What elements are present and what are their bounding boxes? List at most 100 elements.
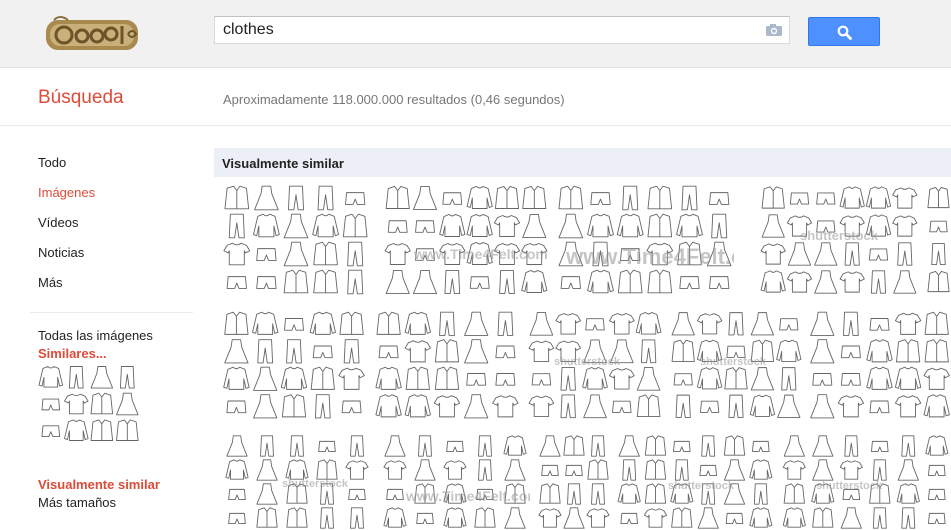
clothing-drawing xyxy=(866,366,893,390)
clothing-drawing xyxy=(444,269,461,295)
clothing-drawing xyxy=(728,394,744,418)
google-doodle-logo[interactable] xyxy=(44,14,140,54)
clothing-drawing xyxy=(560,394,576,419)
result-image[interactable]: shutterstock xyxy=(780,434,951,530)
clothing-drawing xyxy=(286,483,308,504)
clothing-drawing xyxy=(814,270,838,294)
all-images-link[interactable]: Todas las imágenes xyxy=(38,328,153,343)
result-image[interactable] xyxy=(538,434,610,530)
clothing-drawing xyxy=(466,185,493,209)
clothing-drawing xyxy=(68,366,84,389)
clothing-drawing xyxy=(558,213,584,239)
clothing-drawing xyxy=(840,507,862,529)
clothing-drawing xyxy=(226,400,247,414)
clothing-drawing xyxy=(119,366,135,389)
clothing-drawing xyxy=(777,394,801,418)
clothing-drawing xyxy=(116,419,139,441)
result-image[interactable]: www.Time4Felt.com xyxy=(384,184,548,296)
clothing-drawing xyxy=(681,185,698,211)
clothing-drawing xyxy=(750,339,775,362)
clothing-drawing xyxy=(350,435,364,457)
clothing-drawing xyxy=(439,213,466,237)
camera-icon[interactable] xyxy=(765,23,783,37)
result-image[interactable]: shutterstock xyxy=(670,310,802,420)
clothing-drawing xyxy=(750,312,775,336)
result-image[interactable]: www.Time4Felt.com xyxy=(380,434,530,530)
nav-item-todo[interactable]: Todo xyxy=(38,155,66,170)
clothing-drawing xyxy=(647,269,673,294)
result-image[interactable]: shutterstock xyxy=(760,184,918,296)
clothing-drawing xyxy=(439,311,455,336)
clothing-drawing xyxy=(318,440,336,452)
clothing-drawing xyxy=(699,464,717,476)
result-image[interactable]: shutterstock xyxy=(616,434,774,530)
clothing-drawing xyxy=(503,435,527,456)
clothing-drawing xyxy=(228,213,245,239)
result-image[interactable] xyxy=(222,310,366,420)
result-image[interactable]: www.Time4Felt.com xyxy=(556,184,734,296)
clothing-drawing xyxy=(640,339,657,364)
clothing-drawing xyxy=(522,213,547,239)
clothing-drawing xyxy=(644,459,667,480)
clothing-drawing xyxy=(254,185,279,211)
clothing-drawing xyxy=(339,311,364,335)
clothing-drawing xyxy=(866,339,893,363)
clothing-drawing xyxy=(711,213,728,239)
clothing-drawing xyxy=(286,339,302,364)
result-image[interactable] xyxy=(926,184,951,296)
result-image[interactable]: shutterstock xyxy=(222,434,372,530)
clothing-drawing xyxy=(260,435,274,457)
clothing-drawing xyxy=(635,312,662,335)
nav-item-imagenes[interactable]: Imágenes xyxy=(38,185,95,200)
more-sizes-link[interactable]: Más tamaños xyxy=(38,495,116,510)
result-image[interactable]: shutterstock xyxy=(528,310,662,420)
clothing-drawing xyxy=(345,192,366,205)
clothing-drawing xyxy=(342,213,368,238)
clothing-drawing xyxy=(591,435,605,457)
clothing-drawing xyxy=(706,241,732,267)
clothing-drawing xyxy=(442,192,463,205)
clothing-drawing xyxy=(901,435,916,457)
visually-similar-link[interactable]: Visualmente similar xyxy=(38,477,160,492)
search-button[interactable] xyxy=(808,17,880,46)
clothing-drawing xyxy=(761,186,785,209)
clothing-drawing xyxy=(228,512,246,524)
query-image-thumbnail[interactable] xyxy=(38,364,140,444)
clothing-drawing xyxy=(612,400,632,413)
clothing-drawing xyxy=(345,460,369,480)
result-image[interactable] xyxy=(222,184,370,296)
clothing-drawing xyxy=(446,440,464,452)
clothing-drawing xyxy=(590,192,611,205)
clothing-drawing xyxy=(320,483,334,505)
clothing-drawing xyxy=(644,435,667,456)
similar-link[interactable]: Similares... xyxy=(38,346,107,361)
result-image[interactable] xyxy=(808,310,951,420)
clothing-drawing xyxy=(560,367,576,391)
clothing-drawing xyxy=(924,311,949,335)
result-image[interactable] xyxy=(374,310,520,420)
clothing-drawing xyxy=(786,271,813,293)
clothing-drawing xyxy=(90,366,114,389)
clothing-drawing xyxy=(560,276,581,289)
clothing-drawing xyxy=(64,419,89,441)
clothing-drawing xyxy=(253,394,278,419)
nav-item-noticias[interactable]: Noticias xyxy=(38,245,84,260)
clothing-drawing xyxy=(464,394,489,419)
clothing-drawing xyxy=(385,185,410,209)
clothing-drawing xyxy=(871,440,889,452)
clothing-drawing xyxy=(865,214,892,237)
clothing-drawing xyxy=(783,483,805,504)
clothing-drawing xyxy=(416,512,434,524)
clothing-drawing xyxy=(90,419,114,441)
clothing-drawing xyxy=(928,512,946,524)
clothing-drawing xyxy=(779,318,799,331)
clothing-drawing xyxy=(316,459,338,480)
clothing-drawing xyxy=(586,508,610,528)
nav-item-mas[interactable]: Más xyxy=(38,275,63,290)
clothing-drawing xyxy=(226,276,247,289)
clothing-drawing xyxy=(539,435,561,457)
clothing-drawing xyxy=(840,373,861,386)
nav-item-videos[interactable]: Vídeos xyxy=(38,215,78,230)
clothing-drawing xyxy=(495,373,516,386)
search-input[interactable] xyxy=(215,17,755,43)
